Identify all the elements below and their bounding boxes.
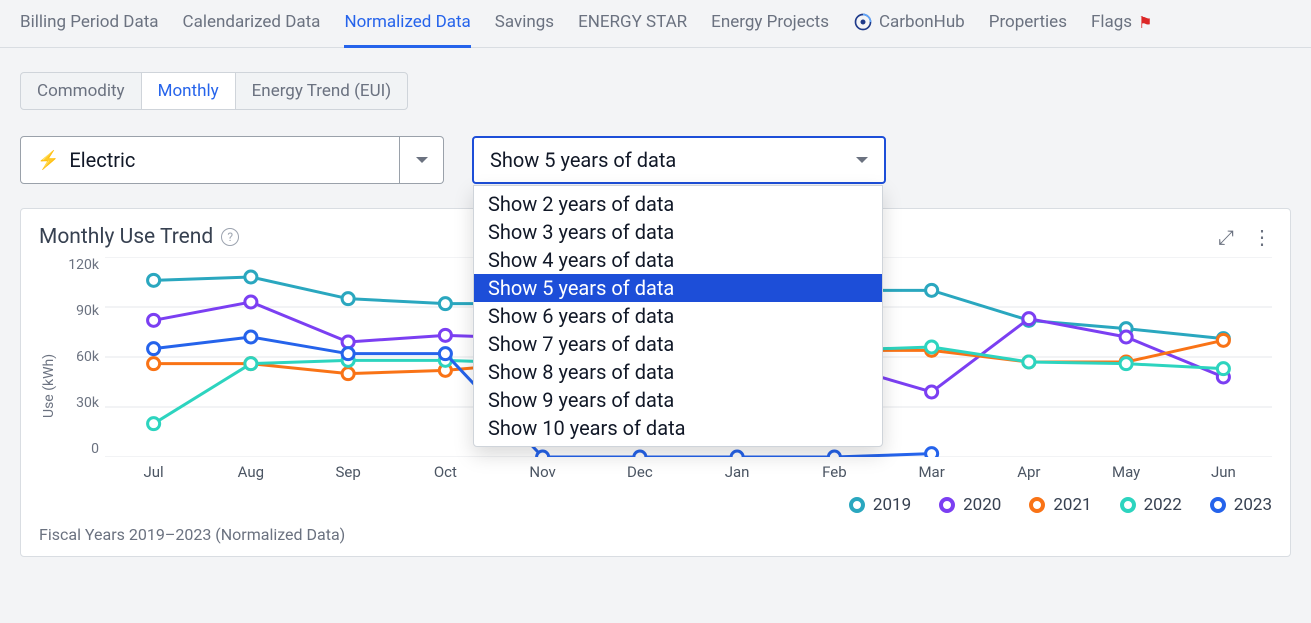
commodity-select[interactable]: ⚡ Electric [20,136,444,184]
years-option[interactable]: Show 9 years of data [474,386,882,414]
legend-label: 2019 [873,495,911,515]
legend-swatch [1120,497,1136,513]
subtab-eui[interactable]: Energy Trend (EUI) [235,72,409,110]
tab-normalized[interactable]: Normalized Data [344,0,470,48]
legend-swatch [1029,497,1045,513]
y-axis-ticks: 120k 90k 60k 30k 0 [59,257,105,457]
legend-item[interactable]: 2021 [1029,495,1091,515]
y-tick: 60k [76,349,99,365]
x-tick: Jan [689,463,786,481]
y-tick: 90k [76,303,99,319]
legend-item[interactable]: 2020 [939,495,1001,515]
y-tick: 120k [68,257,99,273]
x-tick: Feb [786,463,883,481]
commodity-select-caret[interactable] [400,136,444,184]
x-tick: Jul [105,463,202,481]
kebab-icon[interactable]: ⋮ [1252,225,1272,249]
subtab-monthly[interactable]: Monthly [141,72,236,110]
tab-billing-period[interactable]: Billing Period Data [20,0,159,48]
tab-flags[interactable]: Flags ⚑ [1091,0,1152,48]
x-tick: Sep [300,463,397,481]
chevron-down-icon [856,157,868,163]
tab-carbonhub-label: CarbonHub [879,12,965,32]
tab-savings[interactable]: Savings [495,0,554,48]
legend-label: 2022 [1144,495,1182,515]
legend-label: 2023 [1234,495,1272,515]
bolt-icon: ⚡ [37,150,59,171]
chart-title-wrap: Monthly Use Trend ? [39,225,239,249]
x-tick: Nov [494,463,591,481]
years-dropdown: Show 2 years of dataShow 3 years of data… [473,185,883,447]
legend-label: 2020 [963,495,1001,515]
years-select[interactable]: Show 5 years of data Show 2 years of dat… [472,136,886,184]
legend-item[interactable]: 2022 [1120,495,1182,515]
top-tab-bar: Billing Period Data Calendarized Data No… [0,0,1311,48]
legend-item[interactable]: 2019 [849,495,911,515]
tab-carbonhub[interactable]: CarbonHub [853,0,965,48]
years-option[interactable]: Show 7 years of data [474,330,882,358]
legend-swatch [849,497,865,513]
carbonhub-icon [853,12,873,32]
sub-tab-bar: Commodity Monthly Energy Trend (EUI) [0,48,1311,110]
commodity-select-label: Electric [69,148,135,172]
help-icon[interactable]: ? [221,228,239,246]
x-tick: Apr [980,463,1077,481]
subtab-commodity[interactable]: Commodity [20,72,142,110]
legend-label: 2021 [1053,495,1091,515]
years-option[interactable]: Show 8 years of data [474,358,882,386]
commodity-select-display[interactable]: ⚡ Electric [20,136,400,184]
tab-energy-projects[interactable]: Energy Projects [711,0,829,48]
years-select-label: Show 5 years of data [490,148,676,172]
tab-flags-label: Flags [1091,12,1132,32]
selector-row: ⚡ Electric Show 5 years of data Show 2 y… [0,110,1311,184]
x-axis-ticks: JulAugSepOctNovDecJanFebMarAprMayJun [105,463,1272,481]
chart-footer-note: Fiscal Years 2019–2023 (Normalized Data) [39,525,1272,544]
x-tick: Mar [883,463,980,481]
chart-actions: ⤢ ⋮ [1218,225,1272,249]
y-tick: 30k [76,395,99,411]
years-option[interactable]: Show 6 years of data [474,302,882,330]
years-option[interactable]: Show 2 years of data [474,190,882,218]
chart-legend: 2019 2020 2021 2022 2023 [59,495,1272,515]
tab-energy-star[interactable]: ENERGY STAR [578,0,687,48]
chevron-down-icon [416,157,428,163]
years-option[interactable]: Show 3 years of data [474,218,882,246]
tab-properties[interactable]: Properties [989,0,1067,48]
x-tick: Oct [397,463,494,481]
legend-item[interactable]: 2023 [1210,495,1272,515]
years-option[interactable]: Show 10 years of data [474,414,882,442]
y-axis-label: Use (kWh) [39,257,59,515]
x-tick: Jun [1175,463,1272,481]
chart-title: Monthly Use Trend [39,225,213,249]
flag-icon: ⚑ [1138,13,1152,32]
years-option[interactable]: Show 5 years of data [474,274,882,302]
legend-swatch [1210,497,1226,513]
x-tick: Dec [591,463,688,481]
y-tick: 0 [91,441,99,457]
expand-icon[interactable]: ⤢ [1218,225,1234,249]
legend-swatch [939,497,955,513]
tab-calendarized[interactable]: Calendarized Data [183,0,321,48]
years-option[interactable]: Show 4 years of data [474,246,882,274]
x-tick: Aug [202,463,299,481]
x-tick: May [1078,463,1175,481]
